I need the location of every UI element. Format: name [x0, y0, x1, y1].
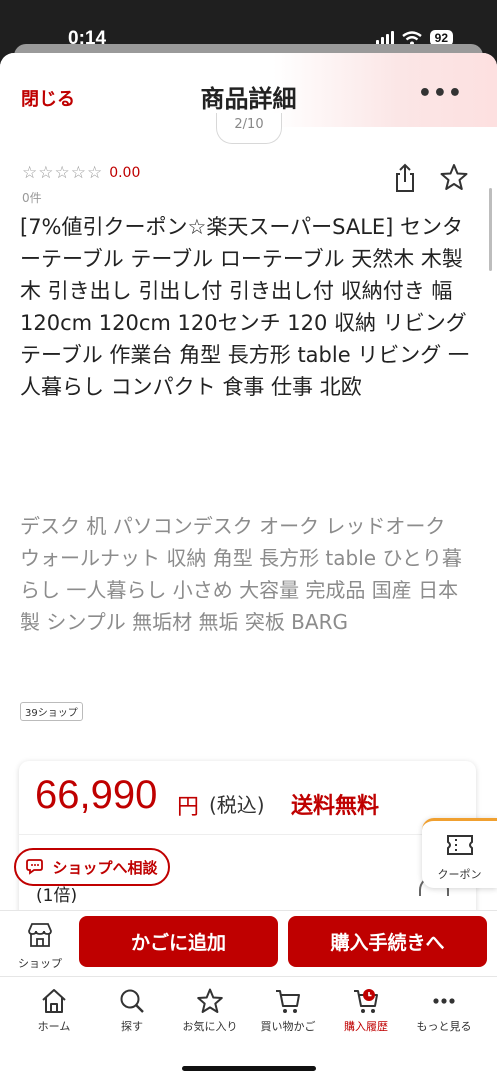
shop-consult-button[interactable]: ショップへ相談	[14, 848, 170, 886]
tab-more[interactable]: もっと見る	[404, 987, 484, 1034]
shop-label: ショップ	[18, 957, 62, 970]
tax-label: (税込)	[209, 793, 265, 817]
tab-label: お気に入り	[182, 1020, 238, 1033]
shop-39-badge: 39ショップ	[20, 702, 83, 721]
tab-bar: ホーム 探す お気に入り 買い物かご 購入履歴 もっと見る	[0, 976, 497, 1080]
free-shipping-label: 送料無料	[291, 794, 380, 819]
scrollbar[interactable]	[489, 188, 492, 271]
tab-label: 買い物かご	[260, 1020, 316, 1033]
favorite-star-icon[interactable]	[440, 163, 468, 191]
chat-icon	[26, 859, 44, 875]
rating[interactable]: ☆☆☆☆☆ 0.00	[22, 163, 140, 183]
signal-icon	[375, 31, 394, 45]
rating-value: 0.00	[109, 165, 141, 181]
star-icon	[197, 988, 223, 1013]
cart-icon	[276, 990, 300, 1013]
product-detail-sheet: 閉じる 商品詳細 ••• 2/10 ☆☆☆☆☆ 0.00 0件 [7%値引クーポ…	[0, 53, 497, 1080]
search-icon	[120, 989, 144, 1013]
tab-home[interactable]: ホーム	[14, 987, 94, 1034]
more-menu-icon[interactable]: •••	[418, 81, 463, 106]
coupon-label: クーポン	[437, 868, 482, 881]
home-indicator[interactable]	[182, 1066, 316, 1071]
more-icon	[433, 998, 455, 1004]
tab-purchase-history[interactable]: 購入履歴	[326, 987, 406, 1034]
status-bar: 0:14 92	[0, 0, 497, 49]
add-to-cart-button[interactable]: かごに追加	[79, 916, 278, 967]
tab-label: もっと見る	[416, 1020, 472, 1033]
home-icon	[42, 989, 66, 1013]
shop-consult-label: ショップへ相談	[52, 858, 158, 877]
product-title: [7%値引クーポン☆楽天スーパーSALE] センターテーブル テーブル ローテー…	[20, 215, 469, 399]
price-currency: 円	[177, 795, 200, 820]
rating-stars: ☆☆☆☆☆	[22, 163, 104, 183]
tab-label: 探す	[121, 1020, 143, 1033]
share-icon[interactable]	[392, 163, 418, 193]
price-amount: 66,990	[35, 773, 158, 817]
divider	[19, 834, 476, 835]
tab-cart[interactable]: 買い物かご	[248, 987, 328, 1034]
image-counter: 2/10	[216, 113, 282, 144]
tab-label: 購入履歴	[344, 1020, 388, 1033]
ticket-icon	[447, 835, 473, 855]
tab-favorites[interactable]: お気に入り	[170, 987, 250, 1034]
history-icon	[354, 989, 378, 1013]
product-description: デスク 机 パソコンデスク オーク レッドオーク ウォールナット 収納 角型 長…	[20, 514, 462, 634]
review-count: 0件	[22, 191, 42, 205]
tab-label: ホーム	[37, 1020, 71, 1033]
price-card: 66,990 円 (税込) 送料無料 (1倍)	[19, 761, 476, 931]
tab-search[interactable]: 探す	[92, 987, 172, 1034]
shop-icon	[28, 923, 52, 947]
shop-button[interactable]: ショップ	[10, 919, 70, 970]
action-bar: ショップ かごに追加 購入手続きへ	[0, 910, 497, 977]
coupon-button[interactable]: クーポン	[422, 818, 497, 888]
checkout-button[interactable]: 購入手続きへ	[288, 916, 487, 967]
